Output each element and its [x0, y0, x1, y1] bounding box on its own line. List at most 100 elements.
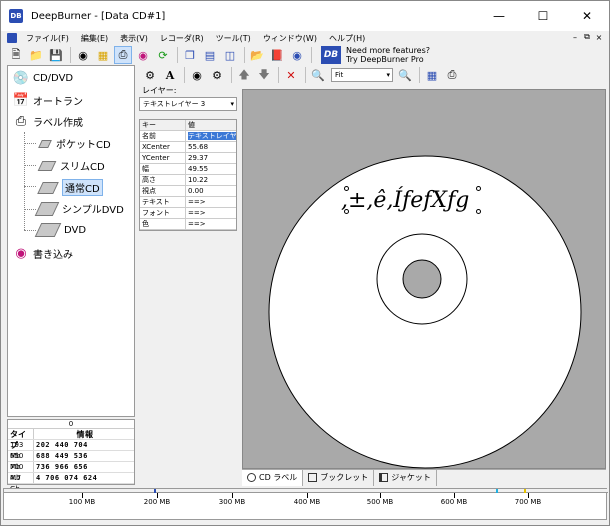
property-key: テキスト [140, 197, 186, 207]
menu-view[interactable]: 表示(V) [117, 33, 151, 44]
menu-window[interactable]: ウィンドウ(W) [260, 33, 320, 44]
window-cascade-icon[interactable]: ❐ [181, 46, 199, 64]
menu-bar: ファイル(F) 編集(E) 表示(V) レコーダ(R) ツール(T) ウィンドウ… [1, 31, 609, 45]
table-row[interactable]: XCenter 55.68 [140, 142, 236, 153]
mdi-close-button[interactable]: × [593, 31, 605, 43]
tab-cd-label[interactable]: CD ラベル [242, 469, 304, 486]
pro-ad-text[interactable]: Need more features? Try DeepBurner Pro [346, 46, 430, 64]
arrow-down-icon[interactable]: 🡇 [255, 66, 273, 84]
resize-handle[interactable] [344, 209, 349, 214]
zoom-in-icon[interactable]: 🔍 [396, 66, 414, 84]
table-row[interactable]: 幅 49.55 [140, 164, 236, 175]
table-row[interactable]: 高さ 10.22 [140, 175, 236, 186]
layer-select[interactable]: テキストレイヤー 3 ▾ [139, 97, 237, 111]
left-navigation: 💿 CD/DVD 📅 オートラン ⎙ ラベル作成 ポケットCD スリムCD 通常… [7, 65, 135, 417]
title-bar[interactable]: DB DeepBurner - [Data CD#1] — ☐ ✕ [1, 1, 609, 31]
document-menu-icon[interactable] [7, 33, 17, 43]
nav-autorun[interactable]: 📅 オートラン [12, 91, 83, 109]
arrow-up-icon[interactable]: 🡅 [235, 66, 253, 84]
about-icon[interactable]: ◉ [288, 46, 306, 64]
property-key: YCenter [140, 153, 186, 163]
deepburner-pro-logo[interactable]: DB [321, 46, 341, 64]
resize-handle[interactable] [476, 209, 481, 214]
ruler-label: 700 MB [514, 498, 542, 506]
table-row[interactable]: テキスト ==> [140, 197, 236, 208]
table-row[interactable]: 名前 テキストレイヤー 3 [140, 131, 236, 142]
save-icon[interactable]: 💾 [47, 46, 65, 64]
mdi-minimize-button[interactable]: – [569, 31, 581, 43]
nav-slim-cd[interactable]: スリムCD [37, 158, 105, 173]
label-canvas[interactable]: ,±,ê,ÍƒefXƒg [242, 89, 606, 469]
slim-cd-icon [37, 160, 57, 171]
delete-icon[interactable]: ✕ [282, 66, 300, 84]
refresh-icon[interactable]: ⟳ [154, 46, 172, 64]
menu-help[interactable]: ヘルプ(H) [326, 33, 368, 44]
table-row[interactable]: YCenter 29.37 [140, 153, 236, 164]
cd-icon[interactable]: ◉ [74, 46, 92, 64]
tab-booklet-text: ブックレット [320, 473, 369, 482]
property-value[interactable]: 55.68 [186, 142, 236, 152]
nav-cddvd[interactable]: 💿 CD/DVD [12, 69, 73, 87]
property-value[interactable]: 49.55 [186, 164, 236, 174]
ruler-marker [496, 489, 498, 493]
nav-burn[interactable]: ◉ 書き込み [12, 244, 73, 262]
background-disc-icon[interactable]: ◉ [188, 66, 206, 84]
capacity-header-type: タイプ [8, 429, 34, 450]
nav-normal-cd[interactable]: 通常CD [37, 179, 103, 196]
tab-jacket[interactable]: ジャケット [374, 469, 437, 486]
table-row: 193 Mb 202 440 704 [8, 440, 134, 460]
table-row[interactable]: フォント ==> [140, 208, 236, 219]
autorun-icon[interactable]: ▦ [94, 46, 112, 64]
property-key: 高さ [140, 175, 186, 185]
resize-handle[interactable] [344, 186, 349, 191]
tab-booklet[interactable]: ブックレット [303, 469, 375, 486]
nav-pocket-cd[interactable]: ポケットCD [38, 136, 111, 151]
burn-icon[interactable]: ◉ [134, 46, 152, 64]
chevron-down-icon: ▾ [386, 71, 390, 79]
mdi-restore-button[interactable]: ⧉ [581, 31, 593, 43]
new-icon[interactable]: 🗎 [7, 46, 25, 64]
help-book-icon[interactable]: 📕 [268, 46, 286, 64]
nav-pocket-label: ポケットCD [56, 140, 111, 151]
nav-simple-dvd[interactable]: シンプルDVD [34, 201, 124, 216]
table-row[interactable]: 色 ==> [140, 219, 236, 230]
folder-icon[interactable]: 📂 [248, 46, 266, 64]
capacity-info: 688 449 536 [36, 452, 88, 460]
property-value[interactable]: ==> [186, 208, 236, 218]
table-row[interactable]: 視点 0.00 [140, 186, 236, 197]
minimize-button[interactable]: — [477, 1, 521, 31]
nav-dvd[interactable]: DVD [34, 223, 86, 237]
menu-recorder[interactable]: レコーダ(R) [157, 33, 207, 44]
menu-tools[interactable]: ツール(T) [213, 33, 254, 44]
property-value[interactable]: テキストレイヤー 3 [188, 132, 236, 140]
label-text-layer[interactable]: ,±,ê,ÍƒefXƒg [341, 188, 469, 213]
print-label-icon[interactable]: ⎙ [114, 46, 132, 64]
settings-disc-icon[interactable]: ⚙ [208, 66, 226, 84]
zoom-out-icon[interactable]: 🔍 [309, 66, 327, 84]
zoom-select[interactable]: Fit ▾ [331, 68, 393, 82]
property-value[interactable]: 0.00 [186, 186, 236, 196]
property-value[interactable]: 29.37 [186, 153, 236, 163]
normal-cd-icon [37, 181, 59, 194]
window-tile-v-icon[interactable]: ◫ [221, 46, 239, 64]
menu-file[interactable]: ファイル(F) [23, 33, 72, 44]
nav-label[interactable]: ⎙ ラベル作成 [12, 112, 83, 130]
close-button[interactable]: ✕ [565, 1, 609, 31]
canvas-tabs: CD ラベル ブックレット ジャケット [242, 469, 606, 486]
open-folder-icon[interactable]: 📁 [27, 46, 45, 64]
property-value[interactable]: ==> [186, 219, 236, 229]
add-text-icon[interactable]: A [161, 66, 179, 84]
property-value[interactable]: 10.22 [186, 175, 236, 185]
capacity-ruler: 100 MB 200 MB 300 MB 400 MB 500 MB 600 M… [3, 488, 608, 520]
property-value[interactable]: ==> [186, 197, 236, 207]
print-icon[interactable]: ⎙ [443, 66, 461, 84]
export-image-icon[interactable]: ▦ [423, 66, 441, 84]
add-image-icon[interactable]: ⚙ [141, 66, 159, 84]
maximize-button[interactable]: ☐ [521, 1, 565, 31]
resize-handle[interactable] [476, 186, 481, 191]
menu-edit[interactable]: 編集(E) [78, 33, 111, 44]
canvas-toolbar: ⚙ A ◉ ⚙ 🡅 🡇 ✕ 🔍 Fit ▾ 🔍 ▦ ⎙ [141, 65, 609, 85]
printer-icon: ⎙ [15, 113, 27, 129]
window-tile-h-icon[interactable]: ▤ [201, 46, 219, 64]
ruler-marker [154, 489, 156, 493]
